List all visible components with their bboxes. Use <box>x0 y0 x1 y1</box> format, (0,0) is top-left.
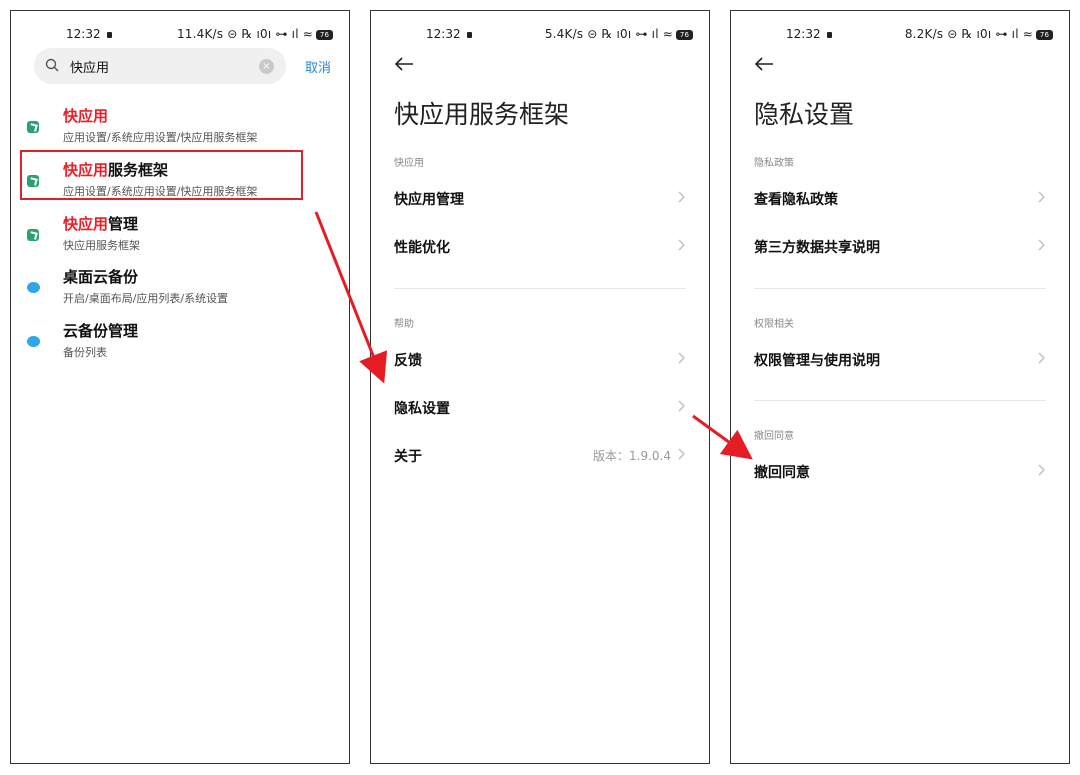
result-path: 快应用服务框架 <box>63 239 140 252</box>
green-app-icon <box>27 229 39 241</box>
chevron-right-icon <box>678 239 685 251</box>
search-input[interactable]: 快应用 × <box>34 48 286 84</box>
status-time: 12:32 <box>786 27 832 41</box>
menu-item-privacy[interactable]: 隐私设置 <box>371 398 709 446</box>
clear-icon[interactable]: × <box>259 59 274 74</box>
cancel-button[interactable]: 取消 <box>305 57 331 76</box>
page-title: 快应用服务框架 <box>394 100 570 129</box>
divider <box>754 288 1046 289</box>
chevron-right-icon <box>1038 352 1045 364</box>
item-label: 快应用管理 <box>394 192 464 208</box>
item-label: 关于 <box>394 449 422 465</box>
cloud-icon <box>27 336 40 347</box>
menu-item-feedback[interactable]: 反馈 <box>371 350 709 398</box>
result-title: 云备份管理 <box>63 322 139 340</box>
item-label: 反馈 <box>394 353 422 369</box>
battery-icon: 76 <box>676 29 693 40</box>
result-title: 快应用管理 <box>63 215 139 233</box>
chevron-right-icon <box>678 352 685 364</box>
item-label: 隐私设置 <box>394 401 450 417</box>
chevron-right-icon <box>1038 464 1045 476</box>
battery-icon: 76 <box>1036 29 1053 40</box>
menu-item-about[interactable]: 关于 版本：1.9.0.4 <box>371 446 709 494</box>
back-arrow-icon[interactable] <box>393 55 415 73</box>
result-path: 开启/桌面布局/应用列表/系统设置 <box>63 292 229 305</box>
green-app-icon <box>27 121 39 133</box>
result-path: 应用设置/系统应用设置/快应用服务框架 <box>63 131 258 144</box>
search-icon <box>45 58 59 72</box>
menu-item-permissions[interactable]: 权限管理与使用说明 <box>731 350 1069 398</box>
item-label: 性能优化 <box>394 240 450 256</box>
chevron-right-icon <box>1038 239 1045 251</box>
screen-search: 12:32 11.4K/s ⊝ ℞ ı0ı ⊶ ıl ≈76 快应用 × 取消 … <box>10 10 350 764</box>
divider <box>754 400 1046 401</box>
search-result-item[interactable]: 桌面云备份 开启/桌面布局/应用列表/系统设置 <box>11 264 349 316</box>
status-indicators: 8.2K/s ⊝ ℞ ı0ı ⊶ ıl ≈76 <box>905 27 1053 41</box>
page-title: 隐私设置 <box>754 100 855 129</box>
chevron-right-icon <box>1038 191 1045 203</box>
menu-item-third-party[interactable]: 第三方数据共享说明 <box>731 237 1069 285</box>
search-result-item[interactable]: 快应用 应用设置/系统应用设置/快应用服务框架 <box>11 103 349 155</box>
search-result-item[interactable]: 云备份管理 备份列表 <box>11 318 349 370</box>
status-indicators: 11.4K/s ⊝ ℞ ı0ı ⊶ ıl ≈76 <box>177 27 333 41</box>
status-indicators: 5.4K/s ⊝ ℞ ı0ı ⊶ ıl ≈76 <box>545 27 693 41</box>
search-result-item[interactable]: 快应用管理 快应用服务框架 <box>11 211 349 263</box>
version-value: 版本：1.9.0.4 <box>593 449 671 463</box>
section-header: 快应用 <box>394 158 424 169</box>
menu-item-view-policy[interactable]: 查看隐私政策 <box>731 189 1069 237</box>
status-time: 12:32 <box>426 27 472 41</box>
back-arrow-icon[interactable] <box>753 55 775 73</box>
menu-item-revoke-consent[interactable]: 撤回同意 <box>731 462 1069 510</box>
section-header: 隐私政策 <box>754 158 794 169</box>
item-label: 撤回同意 <box>754 465 810 481</box>
result-title: 桌面云备份 <box>63 268 139 286</box>
status-bar: 12:32 8.2K/s ⊝ ℞ ı0ı ⊶ ıl ≈76 <box>731 27 1069 45</box>
status-bar: 12:32 5.4K/s ⊝ ℞ ı0ı ⊶ ıl ≈76 <box>371 27 709 45</box>
section-header: 权限相关 <box>754 319 794 330</box>
screen-privacy: 12:32 8.2K/s ⊝ ℞ ı0ı ⊶ ıl ≈76 隐私设置 隐私政策 … <box>730 10 1070 764</box>
section-header: 帮助 <box>394 319 414 330</box>
highlight-box <box>20 150 303 200</box>
status-bar: 12:32 11.4K/s ⊝ ℞ ı0ı ⊶ ıl ≈76 <box>11 27 349 45</box>
result-title: 快应用 <box>63 107 109 125</box>
divider <box>394 288 686 289</box>
status-time: 12:32 <box>66 27 112 41</box>
section-header: 撤回同意 <box>754 431 794 442</box>
chevron-right-icon <box>678 191 685 203</box>
menu-item-quickapp-manage[interactable]: 快应用管理 <box>371 189 709 237</box>
screen-framework: 12:32 5.4K/s ⊝ ℞ ı0ı ⊶ ıl ≈76 快应用服务框架 快应… <box>370 10 710 764</box>
menu-item-performance[interactable]: 性能优化 <box>371 237 709 285</box>
item-label: 权限管理与使用说明 <box>754 353 880 369</box>
item-label: 查看隐私政策 <box>754 192 838 208</box>
battery-icon: 76 <box>316 29 333 40</box>
item-label: 第三方数据共享说明 <box>754 240 880 256</box>
chevron-right-icon <box>678 400 685 412</box>
chevron-right-icon <box>678 448 685 460</box>
cloud-icon <box>27 282 40 293</box>
search-query: 快应用 <box>70 61 110 76</box>
result-path: 备份列表 <box>63 346 107 359</box>
